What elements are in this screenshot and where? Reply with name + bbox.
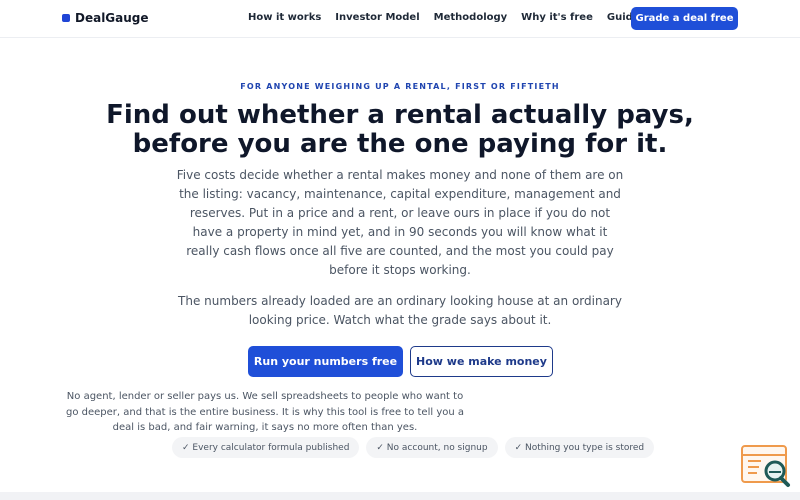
- nav-links: How it works Investor Model Methodology …: [248, 12, 660, 23]
- trust-chips: ✓ Every calculator formula published ✓ N…: [172, 437, 661, 458]
- hero-headline: Find out whether a rental actually pays,…: [106, 100, 694, 159]
- nav-link-why-free[interactable]: Why it's free: [521, 12, 593, 23]
- brand-logo[interactable]: DealGauge: [62, 11, 149, 25]
- spreadsheet-magnifier-icon[interactable]: [741, 445, 791, 488]
- run-numbers-button[interactable]: Run your numbers free: [248, 346, 403, 377]
- grade-deal-button[interactable]: Grade a deal free: [631, 7, 738, 30]
- brand-name: DealGauge: [75, 11, 149, 25]
- next-section-edge: [0, 492, 800, 500]
- chip-no-account: ✓ No account, no signup: [366, 437, 498, 458]
- how-we-make-money-button[interactable]: How we make money: [410, 346, 553, 377]
- nav-link-how-it-works[interactable]: How it works: [248, 12, 321, 23]
- logo-square-icon: [62, 14, 70, 22]
- nav-link-methodology[interactable]: Methodology: [434, 12, 508, 23]
- funding-disclosure: No agent, lender or seller pays us. We s…: [66, 391, 464, 433]
- hero-intro: Five costs decide whether a rental makes…: [176, 168, 624, 277]
- nav-link-investor-model[interactable]: Investor Model: [335, 12, 419, 23]
- chip-formulas-published: ✓ Every calculator formula published: [172, 437, 360, 458]
- hero-note: The numbers already loaded are an ordina…: [178, 294, 622, 327]
- top-nav: DealGauge How it works Investor Model Me…: [0, 0, 800, 38]
- chip-nothing-stored: ✓ Nothing you type is stored: [504, 437, 655, 458]
- hero-eyebrow: FOR ANYONE WEIGHING UP A RENTAL, FIRST O…: [240, 82, 560, 91]
